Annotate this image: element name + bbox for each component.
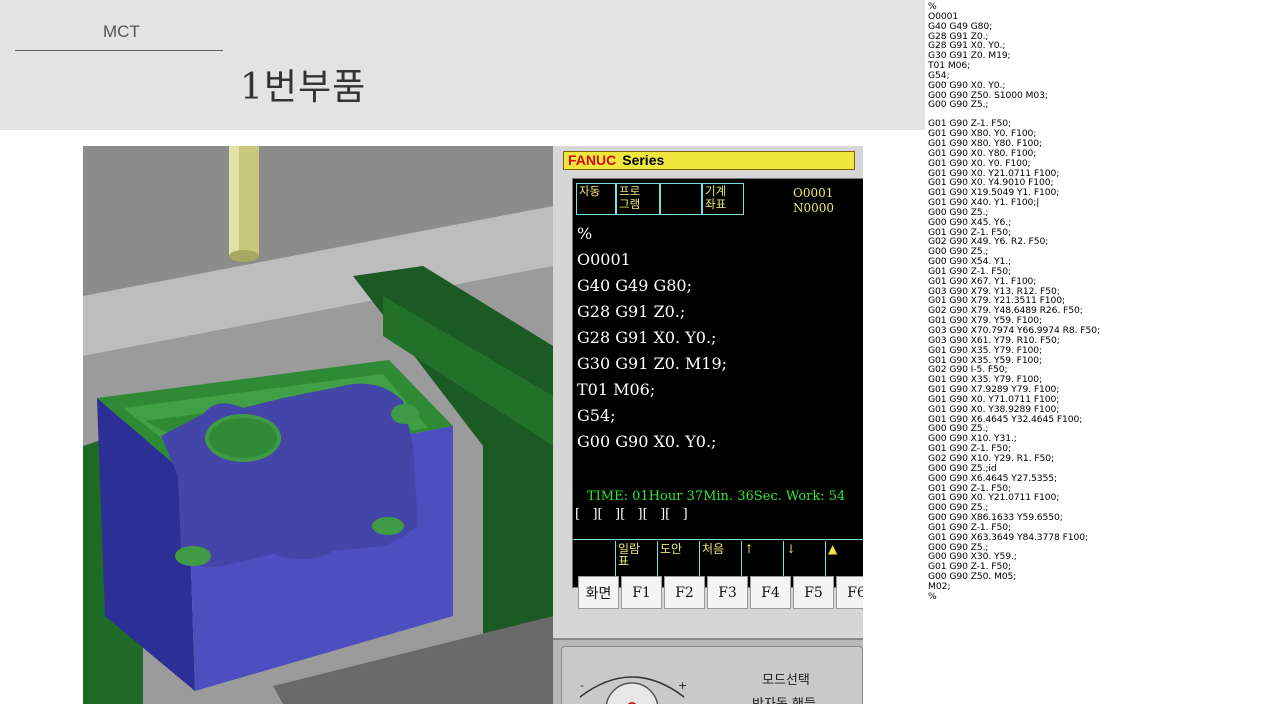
code-line: G30 G91 Z0. M19; [928,50,1011,62]
softkey-first[interactable]: 처음 [699,541,741,577]
code-block-header: % O0001 G40 G49 G80; G28 G91 Z0.; G28 G91 X0… [928,2,1280,110]
mode-dial-icon[interactable]: - + [572,647,692,704]
machining-simulation-view [83,146,553,704]
softkey-divider [573,539,863,540]
code-line: O0001 [577,250,631,269]
code-line: G00 G90 Z5.; [928,99,989,111]
f3-key[interactable]: F3 [707,576,748,609]
mode-select-frame: - + 모드선택 반자동 핸들 [561,646,863,704]
function-keys: 화면 F1 F2 F3 F4 F5 F6 [578,576,863,609]
code-line: G28 G91 Z0.; [577,302,686,321]
page-title: 1번부품 [240,67,367,108]
divider [15,50,223,51]
code-line: G40 G49 G80; [577,276,692,295]
section-label: MCT [103,22,140,41]
slide-header: MCT 1번부품 [0,0,925,130]
triangle-up-icon[interactable]: ▲ [825,541,863,577]
arrow-up-icon[interactable]: ↑ [741,541,783,577]
workpiece-render [83,146,553,704]
code-line: T01 M06; [928,60,971,72]
mode-options-label: 반자동 핸들 [752,693,816,704]
code-line: G30 G91 Z0. M19; [577,354,728,373]
screen-key[interactable]: 화면 [578,576,619,609]
tab-blank[interactable] [660,183,702,215]
svg-text:+: + [678,679,687,692]
fanuc-series-bar: FANUC Series [563,151,855,170]
softkey-list[interactable]: 일람 표 [615,541,657,577]
code-line: % [577,224,593,243]
nc-code-listing: % O0001 G40 G49 G80; G28 G91 Z0.; G28 G91 X0… [928,2,1280,602]
mode-select-label: 모드선택 [762,673,810,688]
tab-auto[interactable]: 자동 [576,183,616,215]
softkey-drawing[interactable]: 도안 [657,541,699,577]
run-time: TIME: 01Hour 37Min. 36Sec. Work: 54 [587,489,846,504]
f4-key[interactable]: F4 [750,576,791,609]
cnc-screen: 자동 프로 그램 기계 좌표 O0001 N0000 % O0001 G40 G49… [572,178,863,588]
input-brackets: [ ][ ][ ][ ][ ] [575,507,688,522]
svg-text:-: - [580,679,584,692]
f1-key[interactable]: F1 [621,576,662,609]
code-line: G00 G90 Z50. M05; [928,571,1017,583]
code-line: G54; [577,406,616,425]
code-line: G28 G91 X0. Y0.; [577,328,717,347]
program-number: O0001 [793,186,834,200]
f5-key[interactable]: F5 [793,576,834,609]
program-listing: % O0001 G40 G49 G80; G28 G91 Z0.; G28 G91 X0… [577,221,863,455]
arrow-down-icon[interactable]: ↓ [783,541,825,577]
softkey-0[interactable] [575,541,615,577]
code-line: M02; [928,580,951,592]
tab-program[interactable]: 프로 그램 [616,183,660,215]
f2-key[interactable]: F2 [664,576,705,609]
code-block-toolpath: G01 G90 Z-1. F50; G01 G90 X80. Y0. F100; G… [928,119,1280,601]
series-label: Series [622,152,665,168]
fanuc-cnc-panel: FANUC Series 자동 프로 그램 기계 좌표 O0001 N0000 %… [553,146,863,704]
brand-label: FANUC [568,152,617,168]
code-line: T01 M06; [577,380,656,399]
code-line: % [928,1,937,12]
f6-key[interactable]: F6 [836,576,863,609]
sequence-number: N0000 [793,201,835,215]
code-line: % [928,590,937,602]
mode-select-panel: - + 모드선택 반자동 핸들 [553,638,863,704]
code-line: G00 G90 X0. Y0.; [577,432,717,451]
tab-machine-coord[interactable]: 기계 좌표 [702,183,744,215]
